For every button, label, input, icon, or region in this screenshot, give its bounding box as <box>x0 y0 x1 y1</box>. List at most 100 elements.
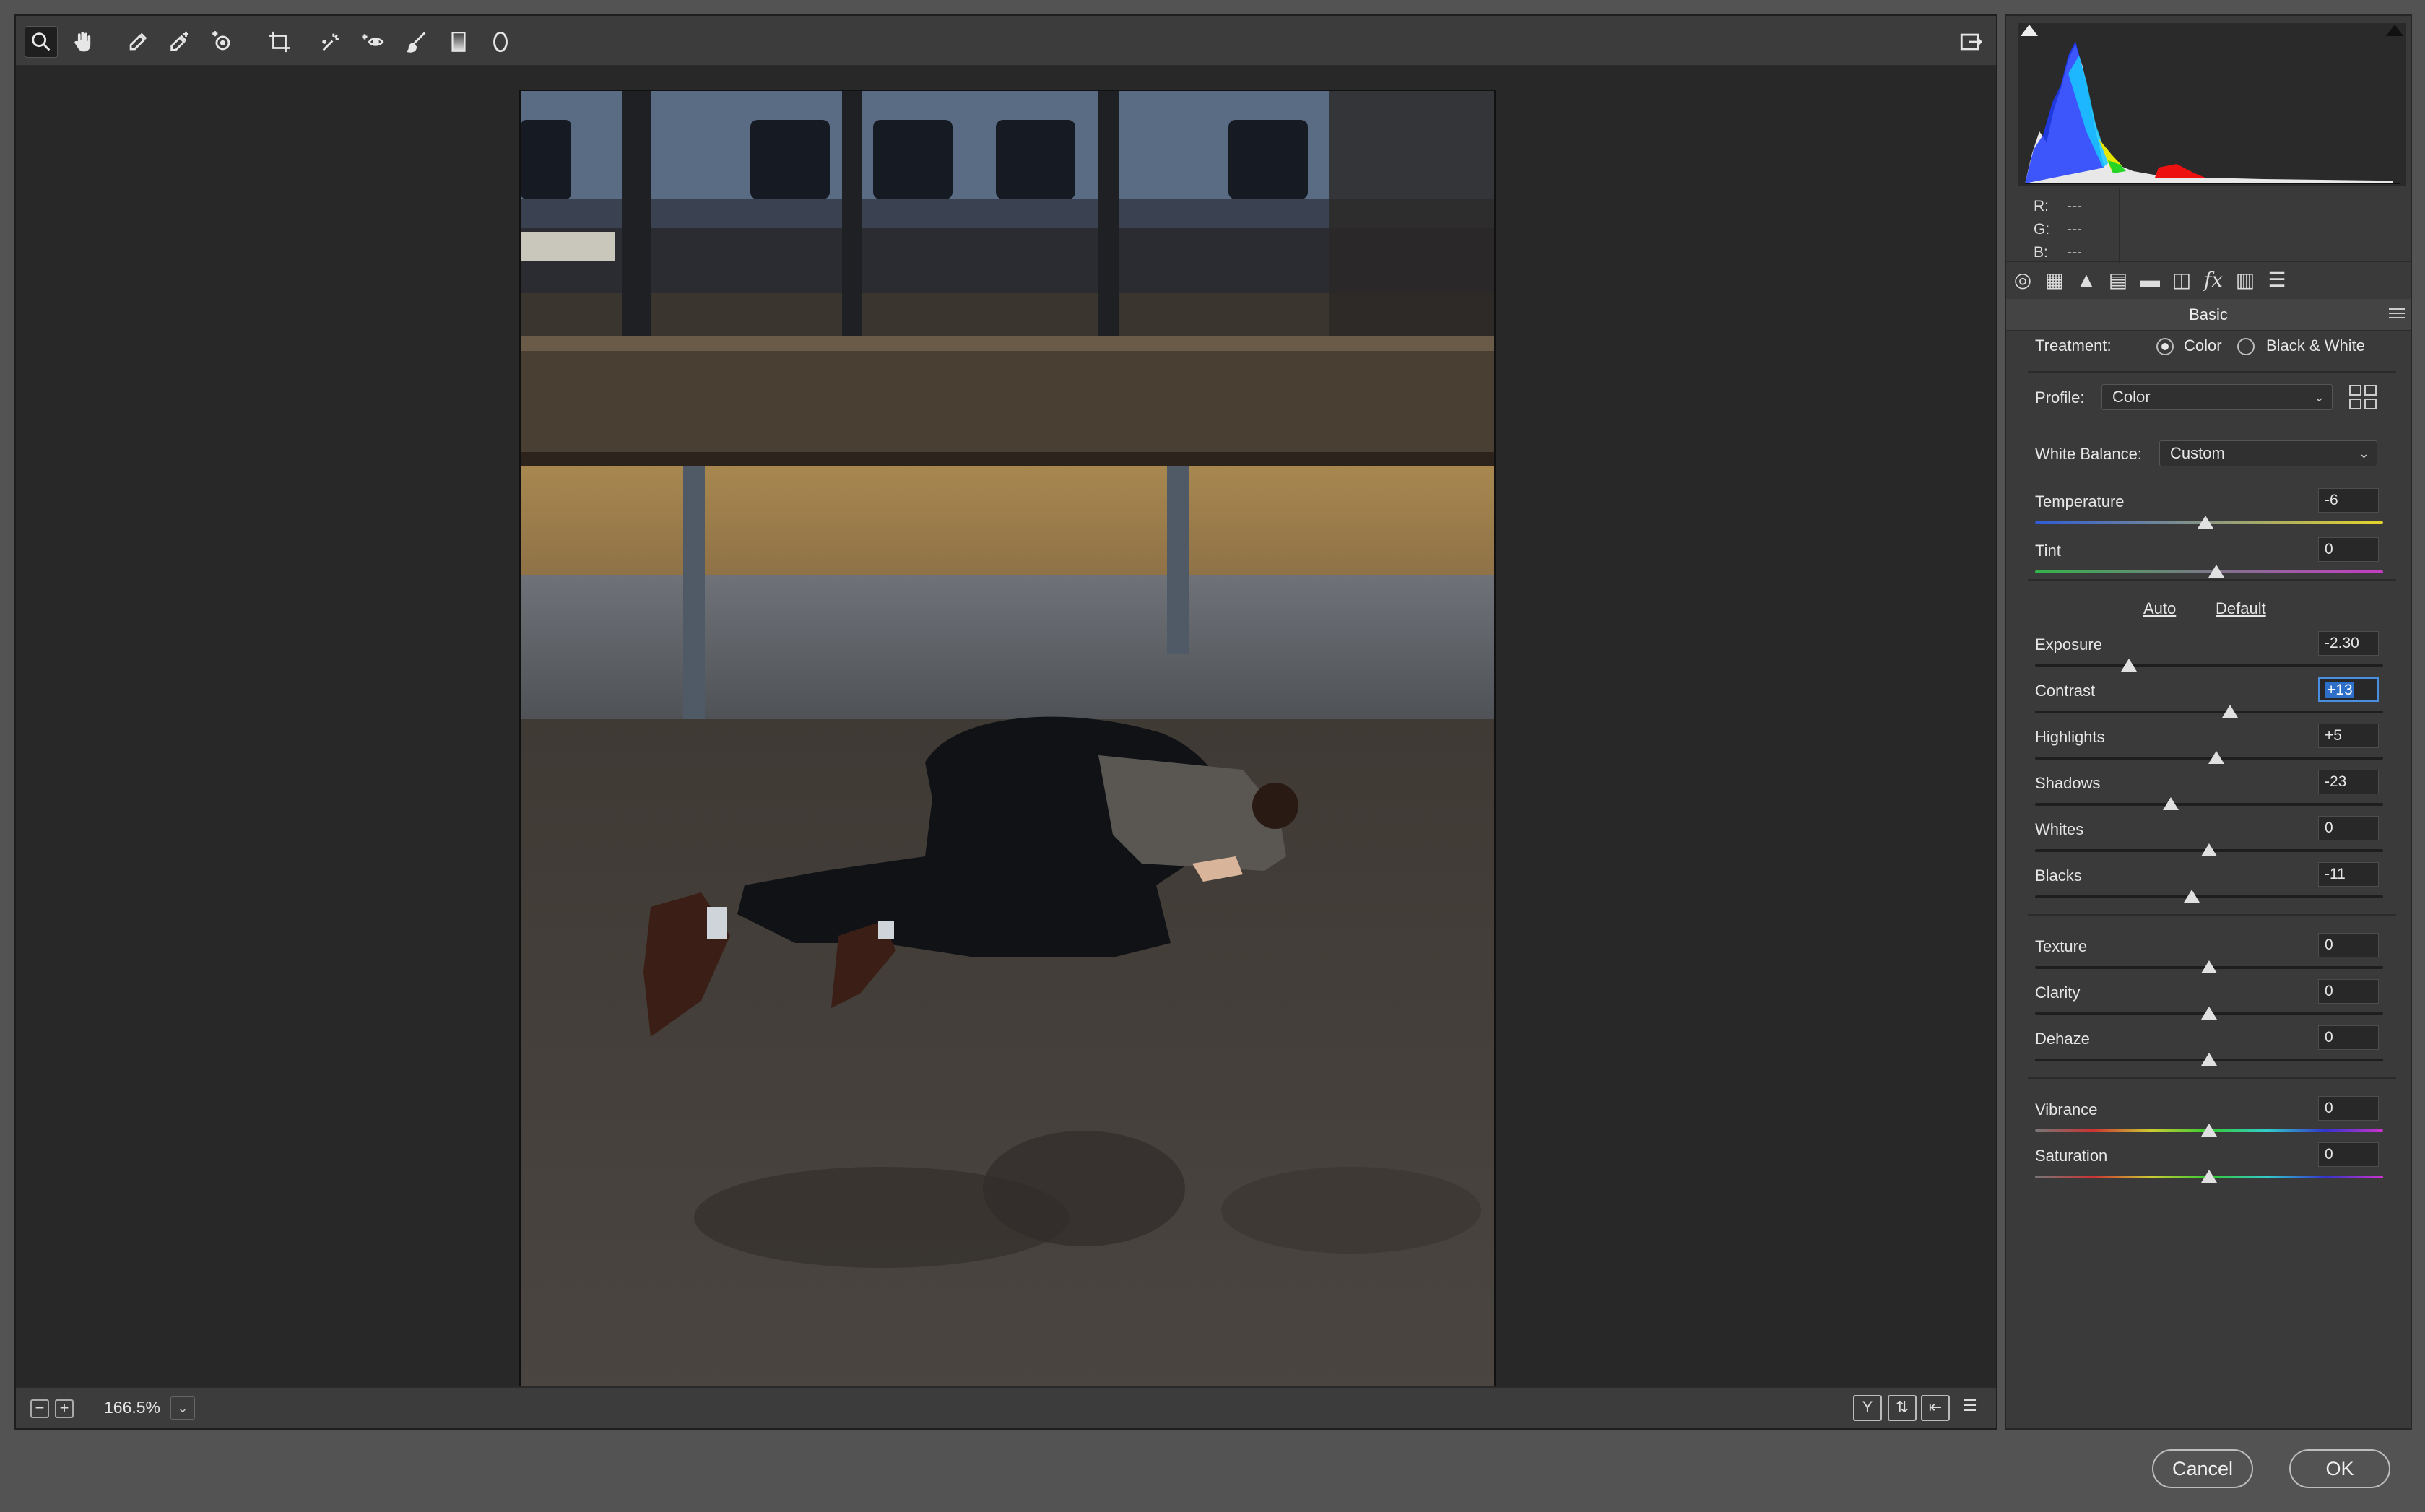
profile-label: Profile: <box>2035 388 2085 407</box>
shadows-slider-thumb[interactable] <box>2162 797 2179 810</box>
ok-button[interactable]: OK <box>2289 1449 2390 1488</box>
vibrance-slider-thumb[interactable] <box>2201 1124 2217 1137</box>
crop-icon[interactable] <box>263 26 296 58</box>
default-button[interactable]: Default <box>2216 599 2266 618</box>
panel-menu-icon[interactable] <box>2389 306 2405 321</box>
adjustments-panel: R: --- G: --- B: --- ◎ ▦ ▲ ▤ ▬ ◫ fx ▥ ☰ Bas… <box>2005 14 2412 1430</box>
calibration-tab-icon[interactable]: ▥ <box>2233 268 2257 292</box>
saturation-value-field[interactable]: 0 <box>2318 1142 2379 1167</box>
texture-value-field[interactable]: 0 <box>2318 933 2379 957</box>
white-balance-label: White Balance: <box>2035 445 2142 463</box>
contrast-value-field[interactable]: +13 <box>2318 677 2379 702</box>
whites-label: Whites <box>2035 820 2084 838</box>
zoom-in-button[interactable]: + <box>55 1399 74 1418</box>
saturation-label: Saturation <box>2035 1147 2108 1165</box>
effects-tab-icon[interactable]: fx <box>2201 268 2226 292</box>
exposure-value-field[interactable]: -2.30 <box>2318 631 2379 656</box>
whites-value-field[interactable]: 0 <box>2318 816 2379 840</box>
temperature-label: Temperature <box>2035 492 2125 510</box>
split-toning-tab-icon[interactable]: ▬ <box>2138 268 2162 292</box>
zoom-dropdown[interactable]: ⌄ <box>170 1396 195 1420</box>
white-balance-value: Custom <box>2170 444 2225 462</box>
copy-settings-icon[interactable]: ⇤ <box>1921 1395 1950 1421</box>
blacks-slider-thumb[interactable] <box>2183 890 2200 903</box>
treatment-color-radio[interactable] <box>2156 338 2174 355</box>
swap-before-after-icon[interactable]: ⇅ <box>1888 1395 1917 1421</box>
zoom-out-button[interactable]: − <box>30 1399 49 1418</box>
blacks-slider-track[interactable] <box>2035 895 2383 898</box>
treatment-label: Treatment: <box>2035 336 2112 355</box>
profile-select[interactable]: Color ⌄ <box>2101 384 2333 410</box>
exposure-slider-thumb[interactable] <box>2121 659 2138 672</box>
dehaze-value-field[interactable]: 0 <box>2318 1025 2379 1050</box>
dehaze-slider-thumb[interactable] <box>2201 1053 2217 1066</box>
temperature-slider-thumb[interactable] <box>2198 516 2214 529</box>
presets-tab-icon[interactable]: ☰ <box>2265 268 2289 292</box>
r-value: --- <box>2067 198 2082 214</box>
shadows-slider-track[interactable] <box>2035 803 2383 806</box>
before-after-view-icon[interactable]: Y <box>1853 1395 1882 1421</box>
whites-slider-thumb[interactable] <box>2201 843 2217 856</box>
zoom-tool-icon[interactable] <box>25 26 58 58</box>
profile-value: Color <box>2112 388 2151 406</box>
image-work-area: − + 166.5% ⌄ Y ⇅ ⇤ ☰ <box>14 14 1997 1430</box>
targeted-adjustment-icon[interactable] <box>205 26 238 58</box>
treatment-bw-radio[interactable] <box>2237 338 2255 355</box>
panel-tab-bar: ◎ ▦ ▲ ▤ ▬ ◫ fx ▥ ☰ <box>2006 261 2411 297</box>
histogram <box>2018 23 2406 186</box>
clarity-label: Clarity <box>2035 983 2081 1002</box>
radial-filter-icon[interactable] <box>484 26 517 58</box>
vibrance-value-field[interactable]: 0 <box>2318 1096 2379 1121</box>
tint-slider-thumb[interactable] <box>2208 565 2224 578</box>
auto-button[interactable]: Auto <box>2143 599 2176 618</box>
contrast-slider-thumb[interactable] <box>2221 705 2238 718</box>
highlights-value-field[interactable]: +5 <box>2318 724 2379 748</box>
highlights-slider-thumb[interactable] <box>2208 751 2224 764</box>
detail-tab-icon[interactable]: ▲ <box>2074 268 2099 292</box>
dehaze-label: Dehaze <box>2035 1030 2090 1048</box>
temperature-value-field[interactable]: -6 <box>2318 488 2379 513</box>
hand-tool-icon[interactable] <box>66 26 100 58</box>
basic-tab-icon[interactable]: ◎ <box>2010 268 2035 292</box>
adjustment-brush-icon[interactable] <box>400 26 433 58</box>
color-sampler-icon[interactable] <box>163 26 196 58</box>
spot-removal-icon[interactable] <box>315 26 348 58</box>
section-header: Basic <box>2006 299 2411 331</box>
shadows-value-field[interactable]: -23 <box>2318 770 2379 794</box>
toggle-settings-icon[interactable]: ☰ <box>1956 1395 1984 1421</box>
preview-canvas[interactable] <box>16 68 1996 1389</box>
open-preferences-icon[interactable] <box>1954 26 1987 58</box>
profile-browser-icon[interactable] <box>2348 384 2377 410</box>
graduated-filter-icon[interactable] <box>442 26 475 58</box>
treatment-bw-label: Black & White <box>2266 336 2365 355</box>
highlight-clipping-warning-icon[interactable] <box>2386 25 2403 36</box>
chevron-down-icon: ⌄ <box>2358 446 2369 461</box>
blacks-label: Blacks <box>2035 866 2082 885</box>
contrast-slider-track[interactable] <box>2035 711 2383 713</box>
lens-corrections-tab-icon[interactable]: ◫ <box>2169 268 2194 292</box>
texture-slider-thumb[interactable] <box>2201 960 2217 973</box>
hsl-tab-icon[interactable]: ▤ <box>2106 268 2130 292</box>
preview-image <box>519 90 1496 1389</box>
rgb-readout: R: --- G: --- B: --- <box>2034 195 2082 264</box>
saturation-slider-thumb[interactable] <box>2201 1170 2217 1183</box>
chevron-down-icon: ⌄ <box>2313 390 2325 404</box>
cancel-button[interactable]: Cancel <box>2152 1449 2253 1488</box>
exposure-slider-track[interactable] <box>2035 664 2383 667</box>
red-eye-icon[interactable] <box>357 26 390 58</box>
status-bar: − + 166.5% ⌄ Y ⇅ ⇤ ☰ <box>16 1386 1996 1428</box>
shadow-clipping-warning-icon[interactable] <box>2021 25 2038 36</box>
blacks-value-field[interactable]: -11 <box>2318 862 2379 887</box>
eyedropper-icon[interactable] <box>121 26 155 58</box>
tone-curve-tab-icon[interactable]: ▦ <box>2042 268 2067 292</box>
white-balance-select[interactable]: Custom ⌄ <box>2159 440 2377 466</box>
vibrance-label: Vibrance <box>2035 1100 2098 1118</box>
texture-label: Texture <box>2035 937 2088 955</box>
tint-value-field[interactable]: 0 <box>2318 537 2379 562</box>
b-value: --- <box>2067 244 2082 261</box>
exposure-label: Exposure <box>2035 635 2102 653</box>
g-value: --- <box>2067 221 2082 238</box>
clarity-value-field[interactable]: 0 <box>2318 979 2379 1004</box>
clarity-slider-thumb[interactable] <box>2201 1007 2217 1020</box>
divider <box>2028 914 2396 916</box>
